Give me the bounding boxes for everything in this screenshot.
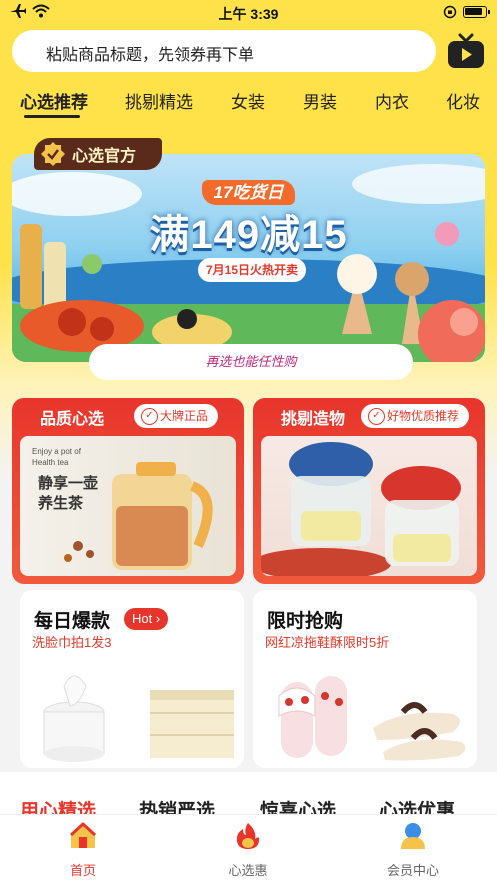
home-icon — [69, 822, 97, 848]
feature-card-quality[interactable]: 品质心选 大牌正品 Enjoy a pot of Health tea 静享一壶… — [12, 398, 244, 584]
check-shield-icon — [41, 142, 65, 166]
promo-banner[interactable]: 17吃货日 满149减15 7月15日火热开卖 — [12, 154, 485, 362]
search-bar[interactable]: 粘贴商品标题，先领券再下单 — [12, 30, 436, 72]
feature-card-title: 品质心选 — [40, 411, 105, 428]
nav-deals[interactable]: 心选惠 — [198, 821, 298, 879]
battery-icon — [463, 6, 490, 18]
event-title: 17吃货日 — [12, 178, 485, 205]
tab-category-4[interactable]: 男装 — [303, 88, 337, 113]
rotation-lock-icon — [443, 5, 457, 19]
feature-card-title: 挑剔造物 — [281, 411, 346, 428]
face-towel-image — [43, 675, 234, 762]
feature-card-picky[interactable]: 挑剔造物 好物优质推荐 — [253, 398, 485, 584]
flame-icon — [236, 823, 260, 849]
product-card-title: 每日爆款 — [34, 611, 111, 632]
product-card-subtitle: 洗脸巾拍1发3 — [32, 635, 112, 650]
flash-sale-card[interactable]: 限时抢购 网红凉拖鞋酥限时5折 — [253, 590, 477, 768]
chopper-illustration — [261, 442, 461, 576]
tea-pot-image: Enjoy a pot of Health tea 静享一壶 养生茶 — [20, 436, 236, 576]
nav-home[interactable]: 首页 — [33, 821, 133, 879]
tab-category-6[interactable]: 化妆 — [446, 88, 480, 113]
tab-category-1[interactable]: 心选推荐 — [20, 88, 88, 113]
tab-category-3[interactable]: 女装 — [231, 88, 265, 113]
promo-date: 7月15日火热开卖 — [198, 258, 306, 282]
nav-member[interactable]: 会员中心 — [363, 821, 463, 879]
tv-icon[interactable] — [446, 32, 486, 70]
search-placeholder: 粘贴商品标题，先领券再下单 — [46, 47, 255, 64]
active-tab-indicator — [24, 115, 80, 118]
product-card-subtitle: 网红凉拖鞋酥限时5折 — [265, 635, 390, 650]
member-icon — [401, 823, 425, 849]
bottom-navigation: 首页 心选惠 会员中心 — [0, 814, 497, 883]
product-card-title: 限时抢购 — [267, 611, 344, 632]
status-bar: 上午 3:39 — [0, 0, 497, 26]
tab-category-2[interactable]: 挑剔精选 — [125, 88, 193, 113]
promo-headline: 满149减15 — [149, 213, 348, 257]
promo-slogan: 再选也能任性购 — [89, 344, 413, 380]
food-chopper-image — [261, 436, 477, 576]
status-time: 上午 3:39 — [218, 6, 279, 22]
slippers-image — [278, 676, 466, 761]
section-tabs: 用心精选 热销严选 惊喜心选 心选优惠 — [0, 772, 497, 822]
category-tabs: 心选推荐 挑剔精选 女装 男装 内衣 化妆 — [0, 84, 497, 120]
hot-badge[interactable]: Hot › — [124, 608, 169, 630]
tab-category-5[interactable]: 内衣 — [375, 88, 409, 113]
feature-card-tag: 好物优质推荐 — [361, 404, 470, 428]
kettle-illustration — [64, 462, 213, 570]
feature-card-tag: 大牌正品 — [134, 404, 219, 428]
daily-hot-card[interactable]: 每日爆款 Hot › 洗脸巾拍1发3 — [20, 590, 244, 768]
official-label: 心选官方 — [34, 138, 162, 170]
